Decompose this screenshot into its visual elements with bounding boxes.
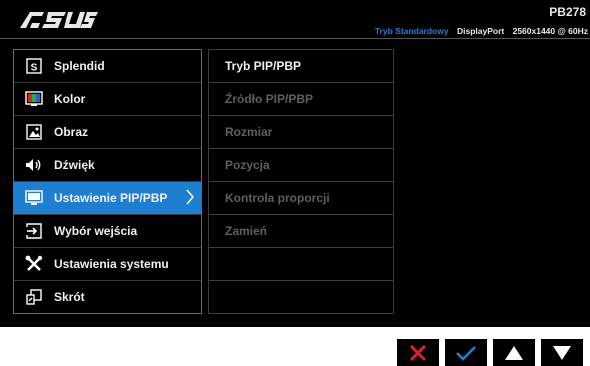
submenu-item-pip-mode[interactable]: Tryb PIP/PBP (209, 50, 393, 83)
submenu-item-pip-source: Źródło PIP/PBP (209, 83, 393, 116)
menu-item-label: Skrót (54, 290, 85, 304)
image-icon (24, 122, 44, 142)
tools-icon (24, 254, 44, 274)
close-icon (409, 344, 427, 361)
asus-logo (20, 12, 98, 28)
down-arrow-icon (553, 345, 571, 360)
close-button[interactable] (397, 339, 439, 366)
submenu-item-position: Pozycja (209, 149, 393, 182)
submenu-item-empty (209, 248, 393, 281)
menu-item-label: Dźwięk (54, 158, 95, 172)
chevron-right-icon (185, 189, 195, 208)
main-menu: S Splendid Kolor Obraz Dźwięk Ustawienie… (13, 49, 202, 314)
pip-icon (24, 188, 44, 208)
osd-panel: PB278 Tryb Standardowy DisplayPort 2560x… (0, 0, 590, 327)
speaker-icon (24, 155, 44, 175)
menu-item-input[interactable]: Wybór wejścia (14, 215, 201, 248)
submenu: Tryb PIP/PBP Źródło PIP/PBP Rozmiar Pozy… (208, 49, 394, 314)
up-arrow-icon (505, 345, 523, 360)
submenu-item-aspect-control: Kontrola proporcji (209, 182, 393, 215)
resolution: 2560x1440 @ 60Hz (512, 26, 588, 36)
submenu-item-swap: Zamień (209, 215, 393, 248)
menu-item-pip-pbp[interactable]: Ustawienie PIP/PBP (14, 182, 201, 215)
current-mode: Tryb Standardowy (374, 26, 449, 36)
menu-item-label: Obraz (54, 125, 89, 139)
submenu-item-empty (209, 281, 393, 313)
menu-item-label: Splendid (54, 59, 105, 73)
header-divider (0, 38, 590, 39)
menu-item-splendid[interactable]: S Splendid (14, 50, 201, 83)
shortcut-icon (24, 287, 44, 307)
splendid-icon: S (24, 56, 44, 76)
submenu-item-size: Rozmiar (209, 116, 393, 149)
color-icon (24, 89, 44, 109)
input-port: DisplayPort (456, 26, 505, 36)
model-name: PB278 (549, 5, 586, 19)
menu-item-label: Ustawienie PIP/PBP (54, 191, 168, 205)
confirm-button[interactable] (445, 339, 487, 366)
up-button[interactable] (493, 339, 535, 366)
menu-item-image[interactable]: Obraz (14, 116, 201, 149)
input-icon (24, 221, 44, 241)
menu-item-label: Wybór wejścia (54, 224, 138, 238)
svg-text:S: S (31, 63, 38, 74)
down-button[interactable] (541, 339, 583, 366)
status-line: Tryb Standardowy DisplayPort 2560x1440 @… (375, 26, 588, 36)
menu-item-shortcut[interactable]: Skrót (14, 281, 201, 313)
check-icon (456, 345, 476, 361)
menu-item-label: Kolor (54, 92, 86, 106)
menu-item-system[interactable]: Ustawienia systemu (14, 248, 201, 281)
menu-item-color[interactable]: Kolor (14, 83, 201, 116)
control-buttons (397, 339, 583, 366)
menu-item-sound[interactable]: Dźwięk (14, 149, 201, 182)
menu-item-label: Ustawienia systemu (54, 257, 169, 271)
